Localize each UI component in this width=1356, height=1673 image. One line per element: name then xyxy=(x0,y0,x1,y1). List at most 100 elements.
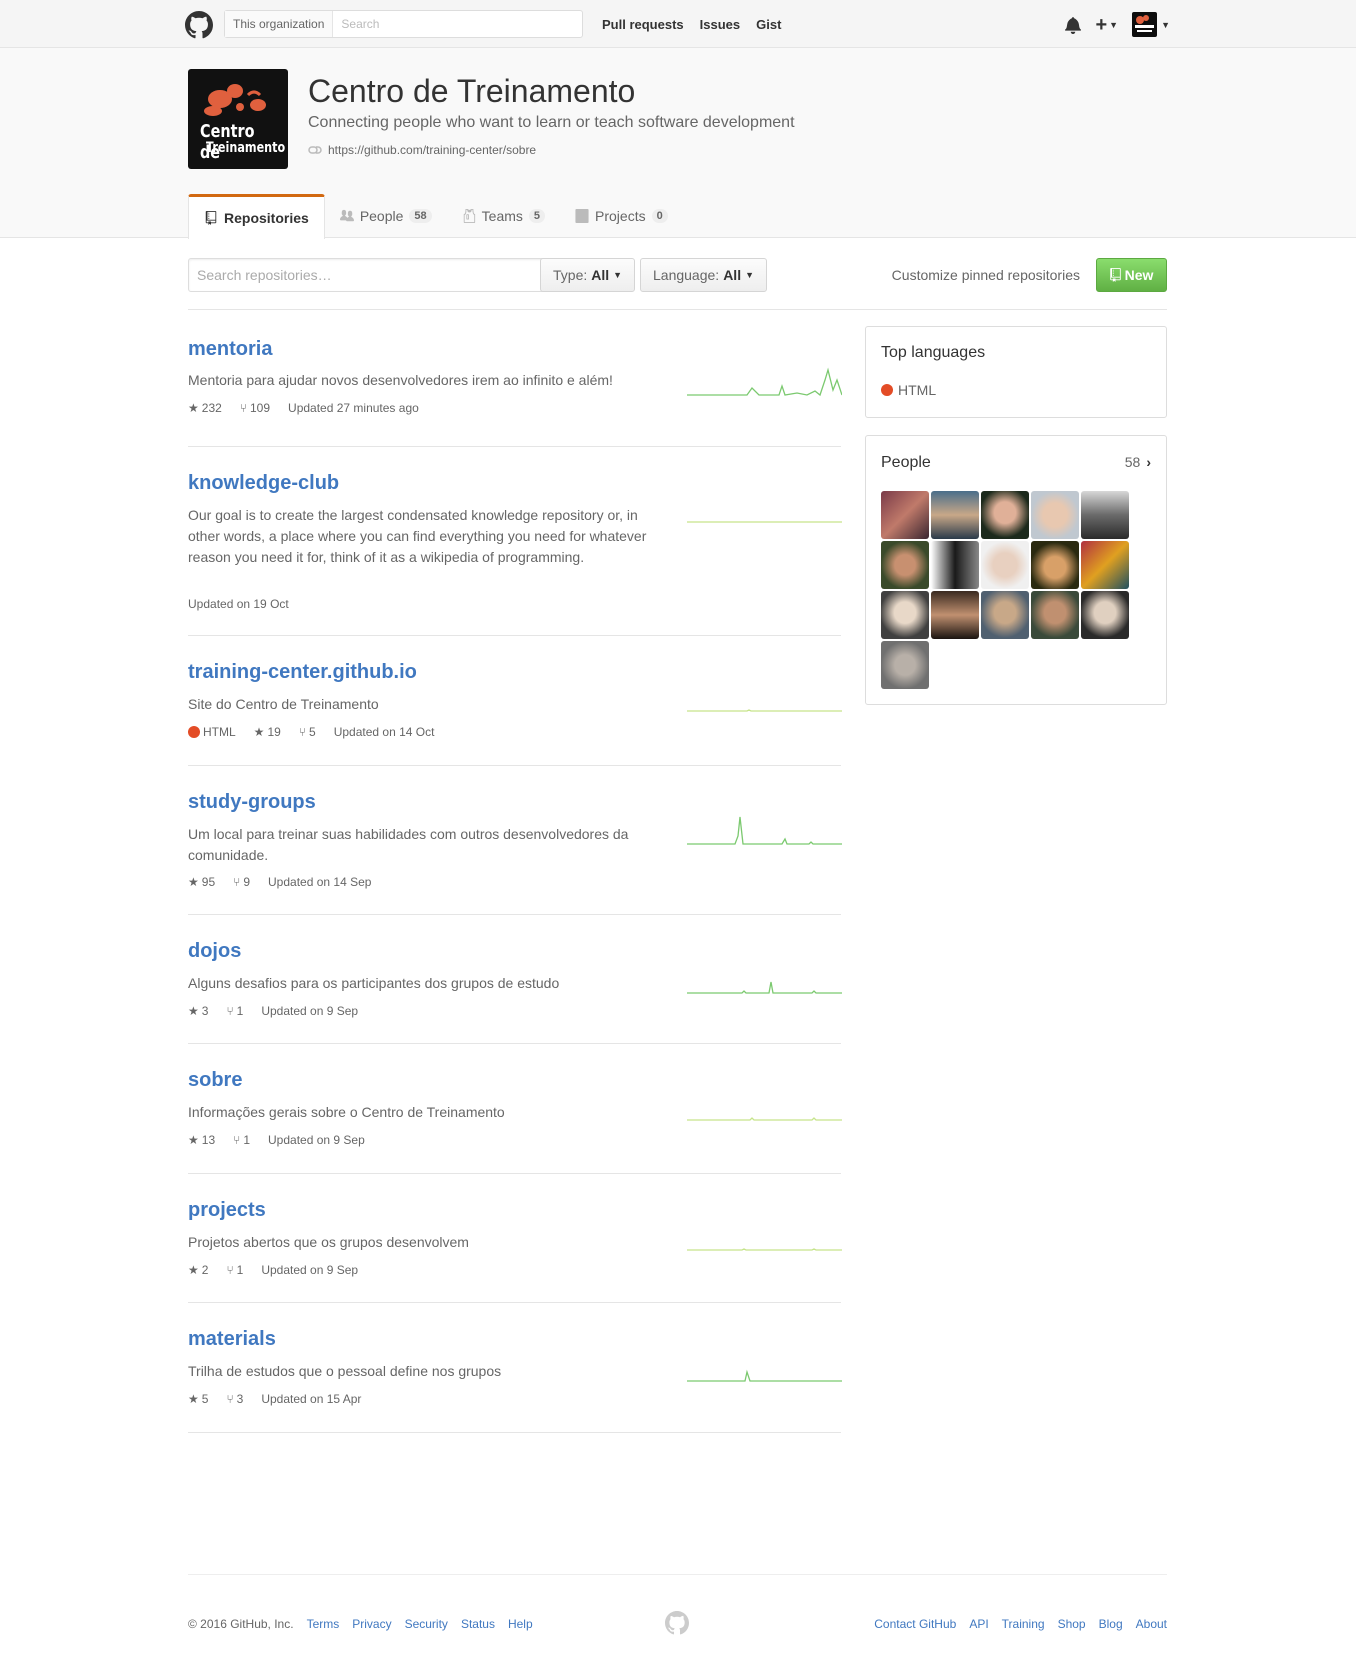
repo-search-input[interactable]: Search repositories… xyxy=(188,258,552,292)
footer-link-shop[interactable]: Shop xyxy=(1058,1617,1086,1631)
nav-issues[interactable]: Issues xyxy=(700,17,740,32)
repo-name-link[interactable]: training-center.github.io xyxy=(188,661,417,684)
footer-link-training[interactable]: Training xyxy=(1002,1617,1045,1631)
footer-right: Contact GitHub API Training Shop Blog Ab… xyxy=(874,1617,1167,1631)
repo-name-link[interactable]: materials xyxy=(188,1328,276,1351)
repo-stars-link[interactable]: ★ 232 xyxy=(188,401,222,415)
avatar[interactable] xyxy=(1081,591,1129,639)
repo-name-link[interactable]: mentoria xyxy=(188,338,272,361)
nav-pull-requests[interactable]: Pull requests xyxy=(602,17,684,32)
avatar[interactable] xyxy=(981,591,1029,639)
avatar[interactable] xyxy=(931,491,979,539)
nav-gist[interactable]: Gist xyxy=(756,17,781,32)
repo-stars-count: 2 xyxy=(201,1263,209,1277)
repo-description: Site do Centro de Treinamento xyxy=(188,696,379,712)
repo-forks-link[interactable]: ⑂ 1 xyxy=(226,1004,243,1018)
people-title: People xyxy=(881,454,931,471)
repo-forks-count: 1 xyxy=(236,1004,244,1018)
type-filter-dropdown[interactable]: Type: All ▼ xyxy=(540,258,636,292)
star-icon: ★ xyxy=(188,1392,199,1406)
repo-stars-count: 3 xyxy=(201,1004,209,1018)
repo-updated: Updated on 14 Oct xyxy=(333,725,435,739)
avatar[interactable] xyxy=(1031,591,1079,639)
github-mark-icon[interactable] xyxy=(665,1611,689,1635)
avatar[interactable] xyxy=(1081,541,1129,589)
repo-forks-link[interactable]: ⑂ 109 xyxy=(240,401,270,415)
jersey-icon xyxy=(463,209,475,223)
customize-pinned-link[interactable]: Customize pinned repositories xyxy=(892,267,1080,283)
create-new-dropdown[interactable]: + ▼ xyxy=(1095,15,1118,35)
github-logo-icon[interactable] xyxy=(185,11,213,39)
user-menu-dropdown[interactable]: ▼ xyxy=(1132,12,1170,37)
repo-name-link[interactable]: dojos xyxy=(188,940,241,963)
repo-stars-link[interactable]: ★ 95 xyxy=(188,875,215,889)
bell-icon[interactable] xyxy=(1065,16,1082,34)
footer-link-status[interactable]: Status xyxy=(461,1617,495,1631)
repo-forks-link[interactable]: ⑂ 1 xyxy=(233,1133,250,1147)
repo-stars-link[interactable]: ★ 3 xyxy=(188,1004,208,1018)
org-description: Connecting people who want to learn or t… xyxy=(308,114,795,131)
footer-link-about[interactable]: About xyxy=(1136,1617,1167,1631)
avatar[interactable] xyxy=(1031,541,1079,589)
top-language-item[interactable]: HTML xyxy=(881,382,936,398)
tab-repositories[interactable]: Repositories xyxy=(188,194,325,239)
footer-link-privacy[interactable]: Privacy xyxy=(352,1617,391,1631)
repo-name-link[interactable]: projects xyxy=(188,1199,266,1222)
repo-name-link[interactable]: study-groups xyxy=(188,791,316,814)
tab-projects[interactable]: Projects 0 xyxy=(560,194,683,238)
footer-link-blog[interactable]: Blog xyxy=(1099,1617,1123,1631)
org-website-link[interactable]: https://github.com/training-center/sobre xyxy=(328,143,536,157)
repo-forks-count: 5 xyxy=(309,725,316,739)
tab-projects-label: Projects xyxy=(595,208,646,224)
people-icon xyxy=(339,209,354,222)
repo-stars-link[interactable]: ★ 13 xyxy=(188,1133,215,1147)
avatar[interactable] xyxy=(881,491,929,539)
tab-teams[interactable]: Teams 5 xyxy=(447,194,560,238)
repo-icon xyxy=(205,211,217,225)
avatar[interactable] xyxy=(981,541,1029,589)
repo-stars-count: 19 xyxy=(267,725,281,739)
footer-link-help[interactable]: Help xyxy=(508,1617,533,1631)
star-icon: ★ xyxy=(253,725,265,739)
list-item: dojos Alguns desafios para os participan… xyxy=(188,915,842,1044)
avatar[interactable] xyxy=(931,591,979,639)
repo-name-link[interactable]: knowledge-club xyxy=(188,472,339,495)
tab-people[interactable]: People 58 xyxy=(325,194,447,238)
repo-forks-link[interactable]: ⑂ 3 xyxy=(226,1392,243,1406)
repo-meta: ★ 5 ⑂ 3 Updated on 15 Apr xyxy=(188,1392,379,1406)
repo-description: Mentoria para ajudar novos desenvolvedor… xyxy=(188,372,613,388)
avatar[interactable] xyxy=(881,591,929,639)
people-count-link[interactable]: 58 › xyxy=(1125,454,1151,470)
avatar[interactable] xyxy=(881,641,929,689)
chevron-down-icon: ▼ xyxy=(613,270,623,280)
new-repo-button[interactable]: New xyxy=(1096,258,1167,292)
avatar[interactable] xyxy=(981,491,1029,539)
fork-icon: ⑂ xyxy=(226,1263,234,1277)
avatar[interactable] xyxy=(1081,491,1129,539)
repo-stars-count: 232 xyxy=(201,401,222,415)
avatar[interactable] xyxy=(881,541,929,589)
list-item: study-groups Um local para treinar suas … xyxy=(188,766,842,915)
repo-forks-link[interactable]: ⑂ 5 xyxy=(299,725,316,739)
repo-stars-link[interactable]: ★ 2 xyxy=(188,1263,208,1277)
global-search-input[interactable]: Search xyxy=(333,17,379,31)
repo-stars-link[interactable]: ★ 5 xyxy=(188,1392,208,1406)
repo-forks-link[interactable]: ⑂ 1 xyxy=(226,1263,243,1277)
footer-link-api[interactable]: API xyxy=(969,1617,988,1631)
avatar[interactable] xyxy=(1031,491,1079,539)
footer-link-security[interactable]: Security xyxy=(405,1617,448,1631)
repo-updated: Updated on 9 Sep xyxy=(268,1133,365,1147)
footer-link-contact[interactable]: Contact GitHub xyxy=(874,1617,956,1631)
list-item: training-center.github.io Site do Centro… xyxy=(188,636,842,766)
language-filter-dropdown[interactable]: Language: All ▼ xyxy=(640,258,767,292)
repo-forks-link[interactable]: ⑂ 9 xyxy=(233,875,250,889)
repo-name-link[interactable]: sobre xyxy=(188,1069,242,1092)
avatar[interactable] xyxy=(931,541,979,589)
header-actions: + ▼ ▼ xyxy=(1065,12,1170,37)
global-search[interactable]: This organization Search xyxy=(224,10,583,38)
repo-stars-link[interactable]: ★ 19 xyxy=(254,725,281,739)
repo-language: HTML xyxy=(188,725,236,739)
repo-forks-count: 9 xyxy=(243,875,251,889)
chevron-down-icon: ▼ xyxy=(1161,19,1170,30)
footer-link-terms[interactable]: Terms xyxy=(307,1617,340,1631)
